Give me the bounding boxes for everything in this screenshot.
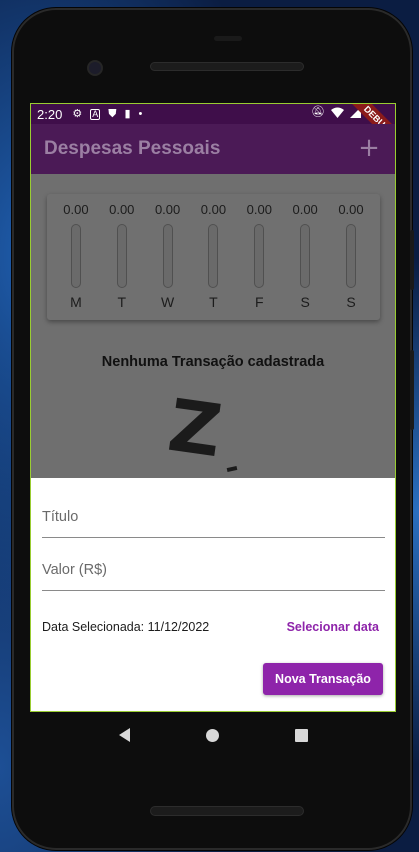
chart-day-value: 0.00 [246,202,272,217]
chart-day-label: W [161,294,175,310]
chart-day-bar [162,224,173,288]
chart-day-bar [345,224,356,288]
status-left-icons: ⚙ A ⛊ ▮ • [72,107,143,120]
home-button[interactable] [201,723,225,747]
empty-state-title: Nenhuma Transação cadastrada [101,354,325,370]
title-field [42,498,385,538]
chart-day-label: T [117,294,127,310]
select-date-button[interactable]: Selecionar data [287,620,385,634]
home-icon [206,728,220,742]
status-time: 2:20 [37,106,63,122]
selected-date-label: Data Selecionada: 11/12/2022 [42,620,210,634]
chart-day-column: 0.00 S [329,202,373,320]
app-screen: 2:20 ⚙ A ⛊ ▮ • 🔕︎ DEBUG Despesas Pessoai… [30,103,396,712]
earpiece-slot [214,36,242,41]
bottom-speaker [150,806,304,816]
chart-day-bar [254,224,265,288]
date-row: Data Selecionada: 11/12/2022 Selecionar … [42,617,385,637]
chart-day-label: F [255,294,264,310]
chart-day-column: 0.00 M [54,202,98,320]
title-input[interactable] [42,498,385,536]
sleeping-z-icon-small [226,466,238,472]
power-button [410,350,414,430]
back-icon [118,728,130,742]
a-icon: A [90,108,101,120]
chart-day-value: 0.00 [154,202,181,217]
chart-day-value: 0.00 [109,202,135,217]
new-transaction-button[interactable]: Nova Transação [263,663,383,695]
gear-icon: ⚙ [72,107,83,120]
transaction-form-sheet: Data Selecionada: 11/12/2022 Selecionar … [31,478,395,711]
back-button[interactable] [112,723,136,747]
chart-day-value: 0.00 [292,202,318,217]
value-field [42,551,385,591]
volume-button [410,230,414,290]
mute-icon: 🔕︎ [311,106,325,118]
dot-icon: • [138,107,143,120]
value-input[interactable] [42,551,385,589]
sleeping-z-icon: Z [163,382,227,474]
front-camera [87,60,103,76]
chart-day-bar [116,224,127,288]
chart-day-value: 0.00 [200,202,227,217]
add-transaction-button[interactable]: + [355,134,383,162]
chart-day-label: T [209,294,218,310]
shield-icon: ⛊ [108,107,117,120]
chart-day-bar [70,224,81,288]
chart-day-column: 0.00 T [100,202,144,320]
chart-day-value: 0.00 [338,202,364,217]
recents-icon [295,728,309,742]
status-bar: 2:20 ⚙ A ⛊ ▮ • 🔕︎ DEBUG [31,104,395,153]
status-right-icons: 🔕︎ [311,107,361,118]
plus-icon: + [358,133,380,163]
wifi-icon [331,107,344,118]
chart-day-bar [208,224,219,288]
weekly-chart: 0.00 M 0.00 T 0.00 W 0.00 T 0.00 F 0.00 S 0.00 S [47,194,380,320]
chart-day-label: S [300,294,310,310]
sim-icon: ▮ [124,107,131,120]
chart-day-bar [300,224,311,288]
chart-day-label: M [70,294,82,310]
top-speaker [150,62,304,71]
chart-day-column: 0.00 W [146,202,190,320]
system-nav-bar [30,712,396,758]
chart-day-column: 0.00 F [237,202,281,320]
chart-day-value: 0.00 [63,202,89,217]
recents-button[interactable] [290,723,314,747]
chart-day-column: 0.00 T [191,202,235,320]
chart-day-column: 0.00 S [283,202,327,320]
app-bar: Despesas Pessoais + [31,124,395,174]
app-title: Despesas Pessoais [44,138,221,159]
chart-day-label: S [346,294,356,310]
